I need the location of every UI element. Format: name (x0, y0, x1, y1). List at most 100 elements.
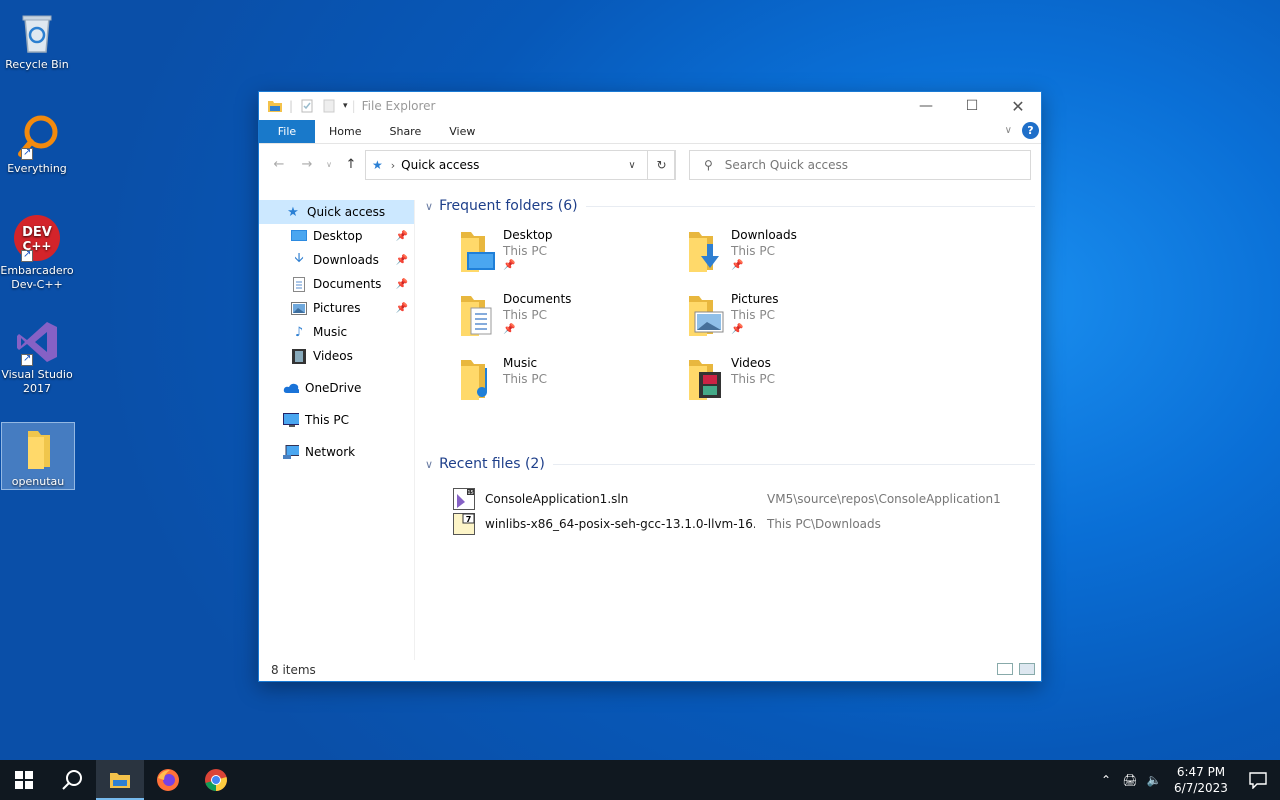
shortcut-arrow-icon (21, 146, 33, 160)
tab-view[interactable]: View (435, 120, 489, 143)
frequent-folders-header[interactable]: ∨ Frequent folders (6) (423, 192, 1035, 220)
search-placeholder[interactable]: Search Quick access (725, 158, 848, 172)
recycle-bin-icon (13, 8, 61, 56)
windows-logo-icon (15, 771, 33, 789)
forward-button[interactable]: → (295, 157, 319, 172)
refresh-button[interactable]: ↻ (647, 150, 676, 180)
search-icon: ⚲ (704, 158, 713, 172)
folder-location: This PC (503, 372, 547, 386)
recent-locations-icon[interactable]: ∨ (323, 160, 335, 169)
properties-icon[interactable] (299, 98, 315, 114)
chevron-down-icon[interactable]: ∨ (425, 200, 433, 213)
sidebar-item-label: Music (313, 325, 348, 339)
group-divider (552, 463, 1035, 465)
pin-icon: 📌 (731, 260, 744, 271)
chevron-right-icon[interactable]: › (391, 159, 395, 172)
recent-file-row[interactable]: 15 ConsoleApplication1.sln VM5\source\re… (423, 486, 1035, 511)
clock-date: 6/7/2023 (1174, 781, 1228, 795)
folder-item-videos[interactable]: Videos This PC (685, 354, 905, 410)
visual-studio-icon (13, 318, 61, 366)
title-bar[interactable]: | ▾ | File Explorer — ☐ ✕ (259, 92, 1041, 120)
chevron-down-icon[interactable]: ∨ (425, 458, 433, 471)
folder-location: This PC (731, 372, 775, 386)
downloads-folder-icon (685, 230, 727, 274)
tab-home[interactable]: Home (315, 120, 375, 143)
new-folder-icon[interactable] (321, 98, 337, 114)
tab-file[interactable]: File (259, 120, 315, 143)
desktop-icon-label: openutau (11, 475, 65, 488)
help-button[interactable]: ? (1022, 122, 1039, 139)
devcpp-icon: DEV C++ (13, 214, 61, 262)
folder-name: Downloads (731, 228, 797, 242)
customize-toolbar-dropdown-icon[interactable]: ▾ (343, 101, 348, 111)
pin-icon: 📌 (395, 302, 408, 314)
close-button[interactable]: ✕ (995, 92, 1041, 120)
minimize-button[interactable]: — (903, 92, 949, 120)
desktop-icon-visual-studio[interactable]: Visual Studio 2017 (0, 318, 74, 396)
desktop-icon-recycle-bin[interactable]: Recycle Bin (0, 8, 74, 72)
folder-item-desktop[interactable]: Desktop This PC 📌 (457, 226, 677, 282)
address-dropdown-icon[interactable]: ∨ (620, 151, 644, 179)
7zip-archive-icon: 7 (453, 512, 475, 535)
file-explorer-window[interactable]: | ▾ | File Explorer — ☐ ✕ File Home Shar… (258, 91, 1042, 682)
pin-icon: 📌 (503, 260, 516, 271)
folder-item-documents[interactable]: Documents This PC 📌 (457, 290, 677, 346)
network-status-icon[interactable]: 🖨 (1118, 773, 1142, 787)
expand-ribbon-icon[interactable]: ∨ (1005, 125, 1012, 136)
title-divider: | (351, 99, 356, 113)
sidebar-item-pictures[interactable]: Pictures 📌 (259, 296, 414, 320)
recent-file-row[interactable]: 7 winlibs-x86_64-posix-seh-gcc-13.1.0-ll… (423, 511, 1035, 536)
up-button[interactable]: ↑ (339, 157, 363, 172)
frequent-folders-grid: Desktop This PC 📌 Downloads This PC 📌 Do… (423, 220, 1035, 420)
network-icon (283, 444, 299, 460)
tab-share[interactable]: Share (375, 120, 435, 143)
sidebar-item-music[interactable]: ♪ Music (259, 320, 414, 344)
toolbar-divider: | (289, 99, 294, 113)
sidebar-item-label: Network (305, 445, 356, 459)
notification-center-button[interactable] (1236, 771, 1280, 789)
taskbar-chrome[interactable] (192, 760, 240, 800)
folder-item-music[interactable]: Music This PC (457, 354, 677, 410)
sidebar-item-label: Pictures (313, 301, 361, 315)
search-button[interactable] (48, 760, 96, 800)
show-hidden-icons-icon[interactable]: ⌃ (1094, 773, 1118, 787)
details-view-icon[interactable] (997, 663, 1013, 675)
volume-muted-icon[interactable]: 🔈 (1142, 773, 1166, 787)
sidebar-item-network[interactable]: Network (259, 440, 414, 464)
desktop-icon-label: Everything (7, 162, 67, 175)
recent-file-name: ConsoleApplication1.sln (485, 491, 629, 506)
sidebar-item-videos[interactable]: Videos (259, 344, 414, 368)
sidebar-item-onedrive[interactable]: OneDrive (259, 376, 414, 400)
sidebar-item-documents[interactable]: Documents 📌 (259, 272, 414, 296)
firefox-icon (157, 769, 179, 791)
maximize-button[interactable]: ☐ (949, 92, 995, 120)
file-explorer-icon (110, 773, 130, 788)
ribbon-tabs: File Home Share View ∨ ? (259, 120, 1041, 144)
sidebar-item-desktop[interactable]: Desktop 📌 (259, 224, 414, 248)
folder-item-pictures[interactable]: Pictures This PC 📌 (685, 290, 905, 346)
computer-icon (283, 412, 299, 428)
recent-files-header[interactable]: ∨ Recent files (2) (423, 450, 1035, 478)
large-icons-view-icon[interactable] (1019, 663, 1035, 675)
desktop-icon (291, 228, 307, 244)
sidebar-item-downloads[interactable]: 🡫 Downloads 📌 (259, 248, 414, 272)
clock[interactable]: 6:47 PM 6/7/2023 (1166, 764, 1236, 796)
taskbar-file-explorer[interactable] (96, 760, 144, 800)
folder-name: Pictures (731, 292, 779, 306)
address-location[interactable]: Quick access (401, 158, 479, 172)
start-button[interactable] (0, 760, 48, 800)
desktop-icon-openutau[interactable]: openutau (1, 422, 75, 490)
address-bar[interactable]: ★ › Quick access ∨ (365, 150, 675, 180)
taskbar-firefox[interactable] (144, 760, 192, 800)
status-bar-item-count: 8 items (271, 663, 316, 677)
sidebar-item-quick-access[interactable]: ★ Quick access (259, 200, 414, 224)
chrome-icon (205, 769, 227, 791)
back-button[interactable]: ← (267, 157, 291, 172)
search-box[interactable]: ⚲ Search Quick access (689, 150, 1031, 180)
sidebar-item-this-pc[interactable]: This PC (259, 408, 414, 432)
star-icon: ★ (287, 204, 299, 220)
pin-icon: 📌 (395, 278, 408, 290)
desktop-icon-everything[interactable]: Everything (0, 112, 74, 176)
desktop-icon-devcpp[interactable]: DEVC++ Embarcadero Dev-C++ (0, 214, 74, 292)
folder-item-downloads[interactable]: Downloads This PC 📌 (685, 226, 905, 282)
